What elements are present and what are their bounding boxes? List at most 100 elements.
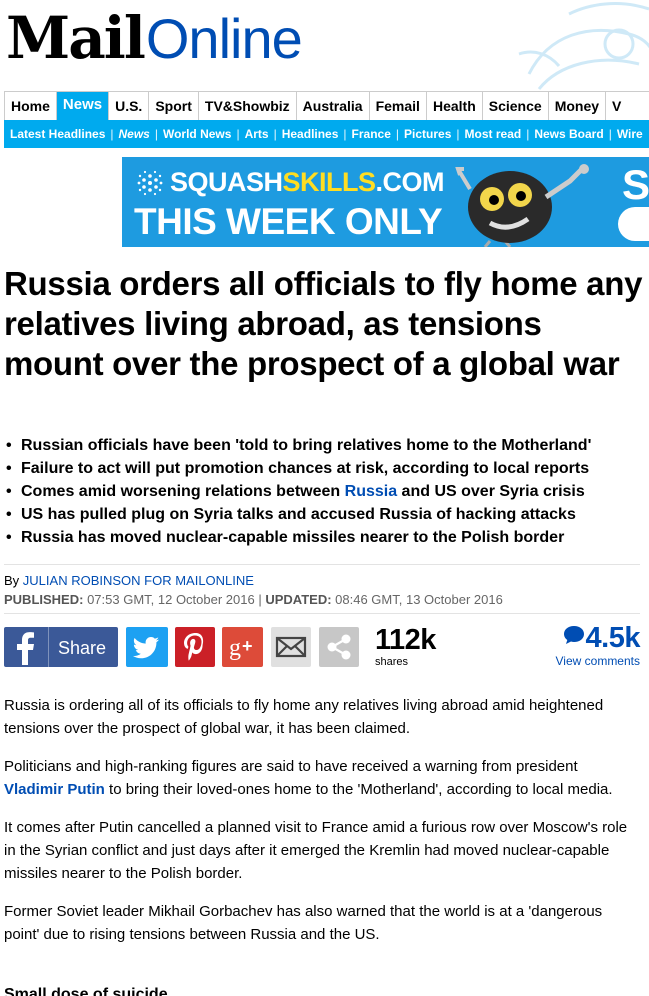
view-comments-link[interactable]: View comments (556, 654, 640, 668)
nav-item-home[interactable]: Home (5, 92, 57, 120)
subnav-item-world-news[interactable]: World News (163, 127, 231, 141)
article-paragraph: Russia is ordering all of its officials … (4, 697, 604, 737)
nav-item-femail[interactable]: Femail (370, 92, 427, 120)
russia-topic-link[interactable]: Russia (345, 483, 397, 500)
ad-logo: SQUASHSKILLS.COM (134, 167, 445, 198)
nav-separator: | (343, 127, 347, 141)
email-share-button[interactable] (271, 627, 311, 667)
byline-divider-bottom (4, 613, 640, 614)
nav-separator: | (273, 127, 277, 141)
subnav-item-pictures[interactable]: Pictures (404, 127, 451, 141)
summary-bullet: Russia has moved nuclear-capable missile… (4, 526, 649, 549)
facebook-button-divider (48, 627, 49, 667)
twitter-share-button[interactable] (126, 627, 168, 667)
author-link[interactable]: JULIAN ROBINSON FOR MAILONLINE (23, 573, 254, 588)
more-share-button[interactable] (319, 627, 359, 667)
vladimir-putin-link[interactable]: Vladimir Putin (4, 781, 105, 798)
share-count-number: 112k (375, 624, 436, 656)
logo-mail-text: Mail (6, 4, 146, 72)
twitter-icon (132, 637, 159, 659)
logo-online-text: Online (145, 7, 303, 70)
ad-brand-com: .COM (375, 167, 445, 197)
decorative-swirl-icon (518, 2, 649, 90)
byline-prefix: By (4, 573, 23, 588)
share-bar: Share g + 112k shares 4.5k View comments (4, 622, 649, 668)
google-plus-icon: g + (229, 635, 253, 661)
summary-bullet: US has pulled plug on Syria talks and ac… (4, 503, 649, 526)
google-plus-share-button[interactable]: g + (222, 627, 263, 667)
share-icon (327, 634, 351, 660)
byline-divider-top (4, 564, 640, 565)
share-count-label: shares (375, 656, 409, 668)
comment-count-number: 4.5k (585, 622, 641, 654)
svg-text:g: g (229, 635, 241, 661)
article-subheading: Small dose of suicide (4, 986, 168, 996)
nav-item-tv-showbiz[interactable]: TV&Showbiz (199, 92, 297, 120)
nav-separator: | (110, 127, 114, 141)
subnav-item-france[interactable]: France (352, 127, 391, 141)
ad-cta-button[interactable] (618, 207, 649, 241)
facebook-share-button[interactable]: Share (4, 627, 118, 667)
article-headline: Russia orders all officials to fly home … (4, 265, 643, 382)
article-dates: PUBLISHED: 07:53 GMT, 12 October 2016 | … (4, 592, 503, 607)
article-paragraph: Former Soviet leader Mikhail Gorbachev h… (4, 903, 603, 943)
summary-bullet-text: and US over Syria crisis (397, 483, 585, 500)
comments-link[interactable]: 4.5k View comments (556, 622, 641, 668)
nav-separator: | (526, 127, 530, 141)
published-label: PUBLISHED: (4, 592, 84, 607)
primary-nav: Home News U.S. Sport TV&Showbiz Australia Fema… (4, 91, 649, 120)
nav-item-health[interactable]: Health (427, 92, 483, 120)
pinterest-icon (184, 633, 204, 661)
subnav-item-news-board[interactable]: News Board (534, 127, 603, 141)
subnav-item-news[interactable]: News (119, 127, 150, 141)
summary-bullet-text: Comes amid worsening relations between (21, 483, 345, 500)
updated-date: 08:46 GMT, 13 October 2016 (331, 592, 503, 607)
ad-headline: THIS WEEK ONLY (134, 201, 443, 242)
mailonline-logo[interactable]: MailOnline (6, 4, 303, 72)
nav-separator: | (608, 127, 612, 141)
nav-separator: | (395, 127, 400, 141)
summary-bullet: Failure to act will put promotion chance… (4, 457, 649, 480)
squash-ball-icon (137, 170, 163, 195)
published-date: 07:53 GMT, 12 October 2016 (83, 592, 259, 607)
article-paragraph: It comes after Putin cancelled a planned… (4, 819, 628, 882)
subnav-item-most-read[interactable]: Most read (465, 127, 522, 141)
summary-bullet: Comes amid worsening relations between R… (4, 480, 649, 503)
nav-item-science[interactable]: Science (483, 92, 549, 120)
ad-brand-skills: SKILLS (282, 167, 377, 197)
facebook-share-label: Share (58, 638, 107, 658)
paragraph-text: Politicians and high-ranking figures are… (4, 758, 578, 775)
subnav-item-arts[interactable]: Arts (245, 127, 269, 141)
ad-cut-letter: S (622, 161, 649, 208)
subnav-item-headlines[interactable]: Headlines (282, 127, 339, 141)
ad-brand-squash: SQUASH (170, 167, 283, 197)
summary-bullet: Russian officials have been 'told to bri… (4, 434, 649, 457)
advertisement-banner[interactable]: SQUASHSKILLS.COM THIS WEEK ONLY S (122, 157, 649, 247)
nav-item-money[interactable]: Money (549, 92, 607, 120)
article-body: Russia is ordering all of its officials … (4, 694, 634, 961)
nav-separator: | (236, 127, 240, 141)
share-count: 112k shares (375, 625, 436, 668)
article-summary-bullets: Russian officials have been 'told to bri… (4, 434, 649, 549)
nav-item-australia[interactable]: Australia (297, 92, 370, 120)
nav-item-u-s[interactable]: U.S. (109, 92, 150, 120)
email-icon (275, 636, 307, 658)
updated-label: UPDATED: (261, 592, 332, 607)
nav-separator: | (456, 127, 460, 141)
nav-separator: | (154, 127, 158, 141)
nav-item-sport[interactable]: Sport (149, 92, 199, 120)
facebook-icon (17, 632, 34, 665)
masthead: MailOnline (0, 0, 649, 90)
subnav-item-wire[interactable]: Wire (617, 127, 643, 141)
nav-item-news[interactable]: News (56, 92, 110, 120)
ad-brand-text: SQUASHSKILLS.COM (170, 167, 445, 198)
byline: By JULIAN ROBINSON FOR MAILONLINE (4, 573, 254, 588)
comment-count: 4.5k (556, 622, 641, 654)
article-paragraph: Politicians and high-ranking figures are… (4, 755, 634, 801)
nav-item-v[interactable]: V (606, 92, 627, 120)
subnav-item-latest-headlines[interactable]: Latest Headlines (10, 127, 105, 141)
svg-text:+: + (242, 636, 253, 656)
secondary-nav: Latest Headlines | News | World News | Arts | He… (4, 120, 649, 148)
pinterest-share-button[interactable] (175, 627, 215, 667)
squash-ball-mascot-icon (455, 164, 589, 247)
